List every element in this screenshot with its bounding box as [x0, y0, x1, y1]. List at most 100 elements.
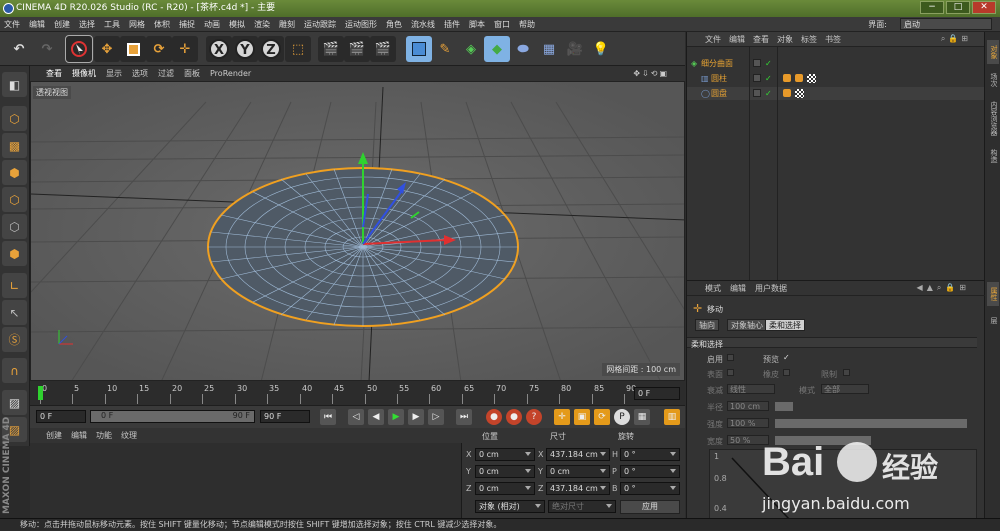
timeline-playhead[interactable] — [38, 386, 43, 400]
position-y-field[interactable]: 0 cm — [475, 465, 535, 478]
autokeying-button[interactable]: ● — [506, 409, 522, 425]
menu-file[interactable]: 文件 — [4, 19, 20, 30]
size-y-field[interactable]: 0 cm — [546, 465, 610, 478]
model-mode-button[interactable]: ⬡ — [2, 106, 27, 131]
y-axis-lock[interactable]: Y — [232, 36, 258, 62]
object-name-disc[interactable]: 圆盘 — [711, 87, 727, 100]
width-slider[interactable] — [775, 436, 871, 445]
redo-button[interactable]: ↷ — [34, 36, 60, 62]
strength-slider[interactable] — [775, 419, 967, 428]
material-menu-texture[interactable]: 纹理 — [121, 430, 137, 441]
menu-pipeline[interactable]: 流水线 — [411, 19, 435, 30]
object-menu-file[interactable]: 文件 — [705, 34, 721, 45]
deformer-button[interactable]: ⬬ — [510, 36, 536, 62]
array-generator-button[interactable]: ◆ — [484, 36, 510, 62]
menu-animate[interactable]: 动画 — [204, 19, 220, 30]
key-position-button[interactable]: ✛ — [554, 409, 570, 425]
visibility-toggle[interactable] — [753, 59, 761, 67]
material-menu-create[interactable]: 创建 — [46, 430, 62, 441]
tab-attributes[interactable]: 属性 — [987, 282, 999, 306]
strength-field[interactable]: 100 % — [727, 418, 769, 428]
object-menu-tags[interactable]: 标签 — [801, 34, 817, 45]
floor-scene-button[interactable]: ▦ — [536, 36, 562, 62]
transform-tool[interactable]: ✛ — [172, 36, 198, 62]
object-menu-objects[interactable]: 对象 — [777, 34, 793, 45]
size-x-field[interactable]: 437.184 cm — [546, 448, 610, 461]
x-axis-lock[interactable]: X — [206, 36, 232, 62]
mode-dropdown[interactable]: 全部 — [821, 384, 869, 394]
rotation-p-field[interactable]: 0 ° — [620, 465, 680, 478]
viewport-menu-camera[interactable]: 摄像机 — [72, 68, 96, 79]
position-z-field[interactable]: 0 cm — [475, 482, 535, 495]
object-name-cylinder[interactable]: 圆柱 — [711, 72, 727, 85]
rubber-checkbox[interactable] — [783, 369, 790, 376]
viewport-menu-options[interactable]: 选项 — [132, 68, 148, 79]
end-frame-field[interactable]: 90 F — [260, 410, 310, 423]
viewport-menu-panel[interactable]: 面板 — [184, 68, 200, 79]
menu-sculpt[interactable]: 雕刻 — [279, 19, 295, 30]
close-button[interactable]: ✕ — [972, 1, 996, 14]
attr-menu-mode[interactable]: 模式 — [705, 283, 721, 294]
previous-frame-button[interactable]: ◀ — [368, 409, 384, 425]
attr-menu-userdata[interactable]: 用户数据 — [755, 283, 787, 294]
menu-mograph[interactable]: 运动图形 — [345, 19, 377, 30]
menu-window[interactable]: 窗口 — [494, 19, 510, 30]
go-to-end-button[interactable]: ⏭ — [456, 409, 472, 425]
size-z-field[interactable]: 437.184 cm — [546, 482, 610, 495]
interface-dropdown[interactable]: 启动 — [900, 18, 992, 30]
attr-menu-edit[interactable]: 编辑 — [730, 283, 746, 294]
next-key-button[interactable]: ▷ — [428, 409, 444, 425]
render-view-button[interactable]: 🎬 — [318, 36, 344, 62]
tab-objects[interactable]: 对象 — [987, 40, 999, 64]
radius-slider[interactable] — [775, 402, 793, 411]
phong-tag-icon[interactable] — [783, 74, 791, 82]
z-axis-lock[interactable]: Z — [258, 36, 284, 62]
menu-create[interactable]: 创建 — [54, 19, 70, 30]
minimize-button[interactable]: − — [920, 1, 944, 14]
viewport-menu-prorender[interactable]: ProRender — [210, 69, 251, 78]
visibility-toggle[interactable] — [753, 74, 761, 82]
width-field[interactable]: 50 % — [727, 435, 769, 445]
restrict-checkbox[interactable] — [843, 369, 850, 376]
start-frame-field[interactable]: 0 F — [36, 410, 86, 423]
menu-select[interactable]: 选择 — [79, 19, 95, 30]
subdivision-surface-button[interactable]: ◈ — [458, 36, 484, 62]
tab-soft-selection[interactable]: 柔和选择 — [765, 319, 805, 331]
material-menu-function[interactable]: 功能 — [96, 430, 112, 441]
surface-checkbox[interactable] — [727, 369, 734, 376]
magnet-button[interactable]: ∩ — [2, 358, 27, 383]
object-row-disc[interactable]: ◯ 圆盘 ✓ — [687, 87, 985, 100]
maximize-button[interactable]: □ — [946, 1, 970, 14]
axis-mode-button[interactable]: ∟ — [2, 273, 27, 298]
pen-spline-button[interactable]: ✎ — [432, 36, 458, 62]
menu-snap[interactable]: 捕捉 — [179, 19, 195, 30]
enabled-check-icon[interactable]: ✓ — [765, 72, 772, 85]
key-parameter-button[interactable]: P — [614, 409, 630, 425]
menu-mesh[interactable]: 网格 — [129, 19, 145, 30]
object-menu-edit[interactable]: 编辑 — [729, 34, 745, 45]
play-button[interactable]: ▶ — [388, 409, 404, 425]
key-rotation-button[interactable]: ⟳ — [594, 409, 610, 425]
move-tool[interactable]: ✥ — [94, 36, 120, 62]
undo-button[interactable]: ↶ — [6, 36, 32, 62]
light-button[interactable]: 💡 — [588, 36, 614, 62]
key-point-level-button[interactable]: ▦ — [634, 409, 650, 425]
go-to-start-button[interactable]: ⏮ — [320, 409, 336, 425]
size-mode-dropdown[interactable]: 绝对尺寸 — [548, 500, 616, 513]
texture-mode-button[interactable]: ▩ — [2, 133, 27, 158]
preview-check-icon[interactable]: ✓ — [783, 353, 790, 362]
perspective-viewport[interactable]: 透视视图 网格间距 : 100 cm — [30, 81, 685, 381]
menu-simulate[interactable]: 模拟 — [229, 19, 245, 30]
current-frame-field[interactable]: 0 F — [634, 387, 680, 400]
coordinate-system-button[interactable]: ⬚ — [285, 36, 311, 62]
tweak-mode-button[interactable]: ↖ — [2, 300, 27, 325]
tab-content-browser[interactable]: 内容浏览器 — [987, 96, 999, 140]
rotate-tool[interactable]: ⟳ — [146, 36, 172, 62]
menu-edit[interactable]: 编辑 — [29, 19, 45, 30]
render-picture-viewer-button[interactable]: 🎬 — [344, 36, 370, 62]
tab-object-axis[interactable]: 对象轴心 — [727, 319, 767, 331]
next-frame-button[interactable]: ▶ — [408, 409, 424, 425]
texture-tag-icon[interactable] — [795, 89, 804, 98]
menu-render[interactable]: 渲染 — [254, 19, 270, 30]
points-mode-button[interactable]: ⬡ — [2, 187, 27, 212]
